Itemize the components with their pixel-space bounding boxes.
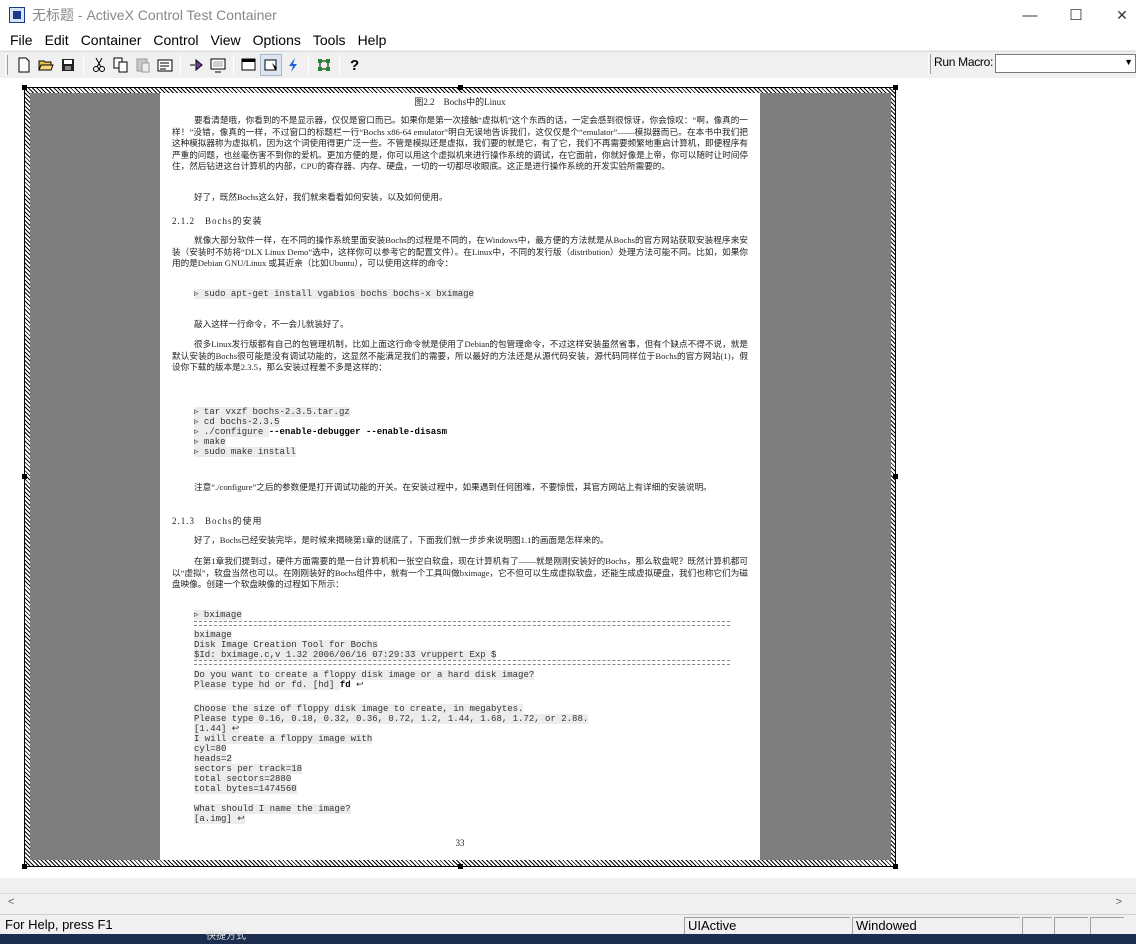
macro-toolbar-grip[interactable] [928, 54, 931, 74]
run-macro-combobox[interactable]: ▼ [995, 54, 1136, 73]
invoke-methods-icon[interactable] [185, 54, 207, 76]
status-pane [1090, 917, 1124, 934]
help-icon[interactable]: ? [344, 54, 366, 76]
menu-view[interactable]: View [205, 32, 247, 48]
paragraph: 在第1章我们提到过，硬件方面需要的是一台计算机和一张空白软盘，现在计算机有了——… [172, 556, 748, 590]
code-block: Choose the size of floppy disk image to … [194, 704, 589, 794]
copy-icon[interactable] [110, 54, 132, 76]
resize-handle-left[interactable] [22, 474, 27, 479]
window-title: 无标题 - ActiveX Control Test Container [32, 7, 277, 23]
paragraph: 就像大部分软件一样，在不同的操作系统里面安装Bochs的过程是不同的，在Wind… [172, 235, 748, 269]
events-icon[interactable] [282, 54, 304, 76]
resize-handle-top-left[interactable] [22, 85, 27, 90]
code-line: ▹ bximage [194, 610, 242, 620]
code-block: What should I name the image? [a.img] ↩ [194, 804, 351, 824]
menu-file[interactable]: File [4, 32, 39, 48]
resize-handle-right[interactable] [893, 474, 898, 479]
section-heading: 2.1.3 Bochs的使用 [172, 516, 263, 526]
status-state: UIActive [684, 917, 850, 934]
code-block: ▹ tar vxzf bochs-2.3.5.tar.gz ▹ cd bochs… [194, 407, 447, 457]
paragraph: 注意“./configure”之后的参数便是打开调试功能的开关。在安装过程中，如… [194, 482, 712, 492]
scroll-left-icon[interactable]: < [8, 896, 14, 908]
toolbar-separator [180, 54, 181, 75]
menu-tools[interactable]: Tools [307, 32, 352, 48]
new-icon[interactable] [13, 54, 35, 76]
toolbar-separator [339, 54, 340, 75]
scroll-right-icon[interactable]: > [1116, 896, 1122, 908]
chevron-down-icon[interactable]: ▼ [1124, 57, 1133, 67]
resize-handle-bottom-left[interactable] [22, 864, 27, 869]
toolbar-grip[interactable] [5, 54, 8, 75]
taskbar-item[interactable]: 快捷方式 [206, 931, 246, 943]
toolbar-separator [83, 54, 84, 75]
paragraph: 很多Linux发行版都有自己的包管理机制，比如上面这行命令就是使用了Debian… [172, 339, 748, 373]
insert-control-icon[interactable] [207, 54, 229, 76]
resize-handle-bottom[interactable] [458, 864, 463, 869]
design-mode-icon[interactable] [260, 53, 282, 76]
maximize-button[interactable]: ☐ [1053, 0, 1099, 30]
app-icon [9, 7, 25, 23]
resize-handle-bottom-right[interactable] [893, 864, 898, 869]
paragraph: 好了，Bochs已经安装完毕，是时候来揭晓第1章的谜底了，下面我们就一步步来说明… [194, 535, 609, 545]
status-mode: Windowed [852, 917, 1020, 934]
menu-container[interactable]: Container [75, 32, 148, 48]
resize-handle-top-right[interactable] [893, 85, 898, 90]
code-separator [194, 621, 730, 626]
section-heading: 2.1.2 Bochs的安装 [172, 216, 263, 226]
page-number: 33 [455, 838, 465, 848]
menu-help[interactable]: Help [352, 32, 393, 48]
paragraph: 要看清楚哦，你看到的不是显示器，仅仅是窗口而已。如果你是第一次接触“虚拟机”这个… [172, 115, 748, 172]
code-block: bximage Disk Image Creation Tool for Boc… [194, 630, 497, 660]
status-pane [1054, 917, 1088, 934]
open-icon[interactable] [35, 54, 57, 76]
menu-bar: File Edit Container Control View Options… [0, 30, 1136, 50]
toolbar-separator [308, 54, 309, 75]
run-macro-label: Run Macro: [934, 55, 994, 69]
paste-icon[interactable] [132, 54, 154, 76]
title-bar: 无标题 - ActiveX Control Test Container — ☐… [0, 0, 1136, 30]
status-help-text: For Help, press F1 [5, 917, 113, 932]
properties-icon[interactable] [154, 54, 176, 76]
minimize-button[interactable]: — [1007, 0, 1053, 30]
horizontal-scrollbar[interactable]: < > [0, 893, 1136, 911]
menu-control[interactable]: Control [147, 32, 204, 48]
save-icon[interactable] [57, 54, 79, 76]
settings-icon[interactable] [313, 54, 335, 76]
code-separator [194, 660, 730, 665]
document-page: 图2.2 Bochs中的Linux 要看清楚哦，你看到的不是显示器，仅仅是窗口而… [160, 93, 760, 860]
activate-icon[interactable] [238, 54, 260, 76]
menu-options[interactable]: Options [247, 32, 307, 48]
app-window: 无标题 - ActiveX Control Test Container — ☐… [0, 0, 1136, 944]
toolbar-separator [233, 54, 234, 75]
svg-text:?: ? [350, 57, 359, 73]
cut-icon[interactable] [88, 54, 110, 76]
close-button[interactable]: ✕ [1099, 0, 1136, 30]
status-bar: For Help, press F1 UIActive Windowed [0, 914, 1136, 934]
status-pane [1022, 917, 1052, 934]
paragraph: 好了，既然Bochs这么好，我们就来看看如何安装，以及如何使用。 [194, 192, 448, 202]
code-line: ▹ sudo apt-get install vgabios bochs boc… [194, 289, 474, 299]
taskbar: 快捷方式 [0, 931, 1136, 944]
resize-handle-top[interactable] [458, 85, 463, 90]
code-block: Do you want to create a floppy disk imag… [194, 670, 535, 690]
paragraph: 敲入这样一行命令，不一会儿就装好了。 [194, 319, 349, 329]
menu-edit[interactable]: Edit [39, 32, 75, 48]
figure-caption: 图2.2 Bochs中的Linux [414, 97, 506, 107]
